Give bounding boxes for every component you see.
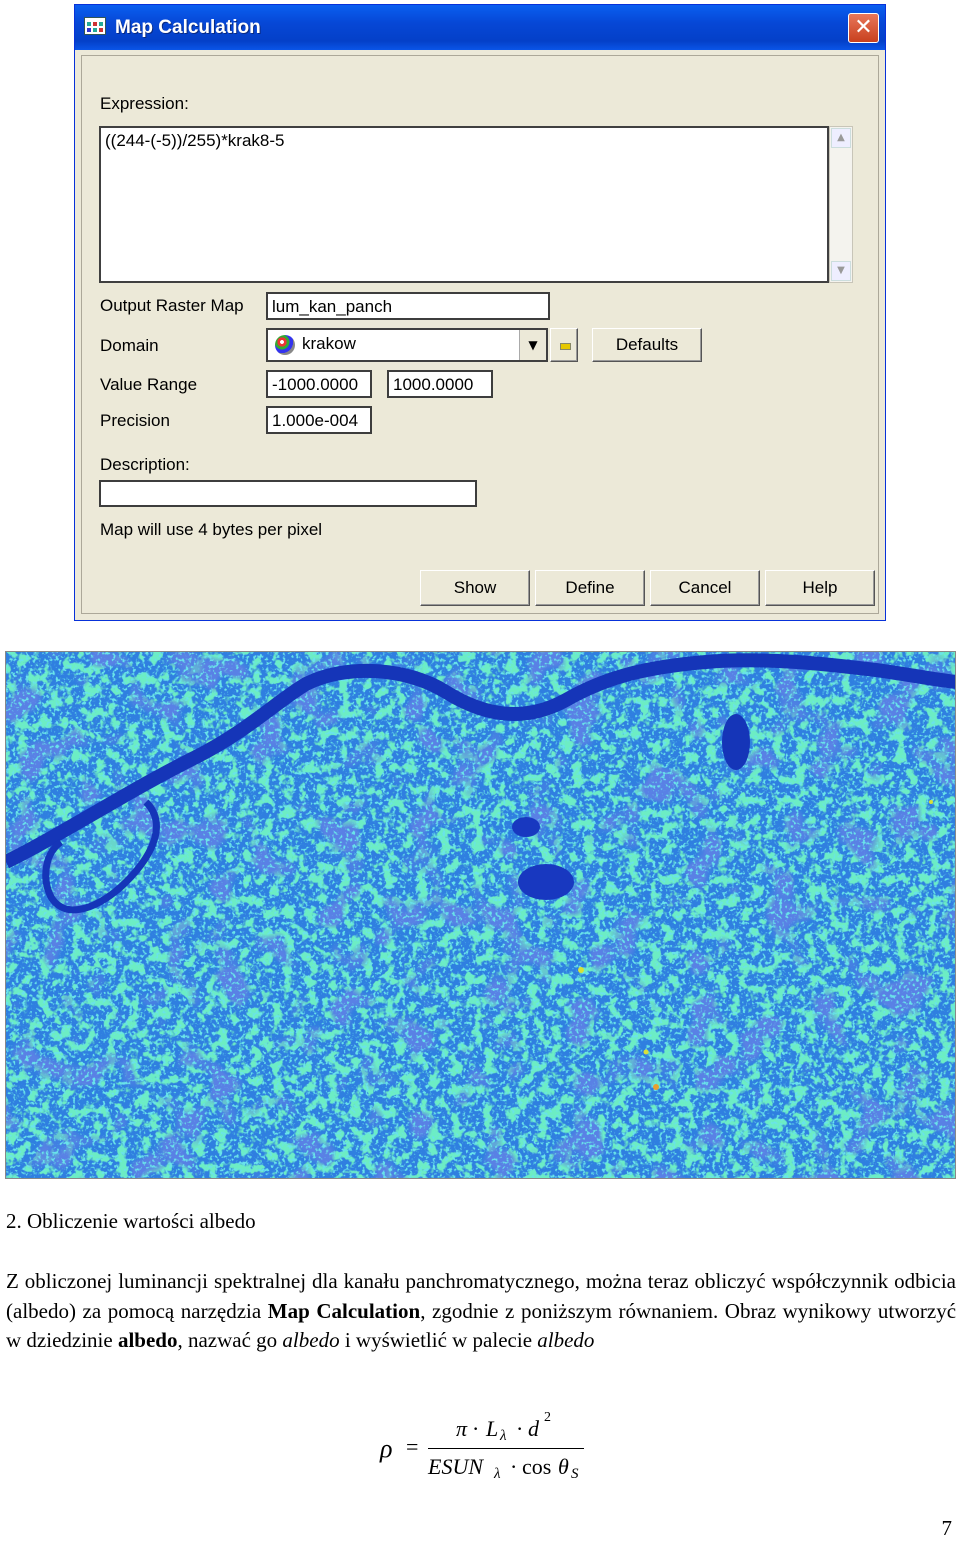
formula-rho: ρ [380,1434,393,1463]
hot-spot [653,1084,659,1090]
water-patch [518,864,574,900]
para-bold-tool: Map Calculation [267,1298,421,1323]
dialog-body: Expression: ((244-(-5))/255)*krak8-5 ▲ ▼… [81,55,879,614]
para-italic-name: albedo [282,1328,340,1352]
close-button[interactable]: ✕ [848,13,879,43]
pond [722,714,750,770]
create-domain-button[interactable] [550,328,578,362]
help-button[interactable]: Help [765,570,875,606]
luminance-map-image [5,651,956,1179]
value-range-min-input[interactable]: -1000.0000 [266,370,372,398]
section-heading: 2. Obliczenie wartości albedo [6,1209,256,1233]
output-raster-map-label: Output Raster Map [100,296,244,315]
output-raster-map-input[interactable]: lum_kan_panch [266,292,550,320]
expression-textarea[interactable]: ((244-(-5))/255)*krak8-5 [99,126,829,283]
domain-label: Domain [100,336,159,355]
expression-label: Expression: [100,94,189,113]
formula-lambda-sub: λ [494,1466,501,1482]
domain-selected-value: krakow [302,334,356,353]
body-paragraph: Z obliczonej luminancji spektralnej dla … [6,1267,956,1356]
formula-lambda-sub: λ [500,1428,507,1444]
bytes-per-pixel-note: Map will use 4 bytes per pixel [100,520,323,539]
formula-pi: π [456,1416,468,1441]
dialog-title: Map Calculation [115,17,261,38]
create-domain-icon [560,343,571,350]
hot-spot [578,967,584,973]
precision-input[interactable]: 1.000e-004 [266,406,372,434]
formula-dot: · [510,1454,518,1479]
formula-dot: · [516,1416,524,1441]
formula-L: L [486,1416,499,1441]
fraction-bar [428,1448,584,1449]
luminance-map-svg [6,652,955,1178]
scroll-up-arrow-icon[interactable]: ▲ [831,128,851,148]
define-button[interactable]: Define [535,570,645,606]
expression-scrollbar[interactable]: ▲ ▼ [829,126,853,283]
chevron-down-icon[interactable]: ▼ [519,330,546,360]
show-button[interactable]: Show [420,570,530,606]
formula-exponent: 2 [544,1410,551,1425]
map-calculation-app-icon [84,17,106,35]
formula-dot: · [472,1416,480,1441]
formula-equals: = [406,1434,419,1459]
map-fine-texture [6,652,955,1178]
description-label: Description: [100,455,190,474]
value-range-label: Value Range [100,375,198,394]
hot-spot [929,800,933,804]
formula-theta: θ [558,1454,569,1479]
albedo-formula: ρ = π · L λ · d 2 ESUN λ · cos θ S [380,1408,590,1488]
para-text: , nazwać go [177,1328,283,1352]
para-italic-palette: albedo [537,1328,595,1352]
para-bold-domain: albedo [117,1328,178,1352]
hot-spot [643,1049,649,1055]
close-icon: ✕ [854,15,873,40]
formula-d: d [528,1416,539,1441]
defaults-button[interactable]: Defaults [592,328,702,362]
value-range-max-input[interactable]: 1000.0000 [387,370,493,398]
formula-cos: cos [522,1454,552,1479]
description-input[interactable] [99,480,477,507]
formula-s-sub: S [571,1466,579,1482]
para-text: i wyświetlić w palecie [339,1328,538,1352]
formula-esun: ESUN [428,1454,483,1479]
map-calculation-dialog: Map Calculation ✕ Expression: ((244-(-5)… [74,4,886,621]
domain-palette-icon [275,335,295,355]
cancel-button[interactable]: Cancel [650,570,760,606]
title-bar[interactable]: Map Calculation ✕ [75,5,885,50]
domain-select[interactable]: krakow ▼ [266,328,548,362]
water-patch [512,817,540,837]
precision-label: Precision [100,411,170,430]
scroll-down-arrow-icon[interactable]: ▼ [831,261,851,281]
page-number: 7 [941,1516,953,1540]
